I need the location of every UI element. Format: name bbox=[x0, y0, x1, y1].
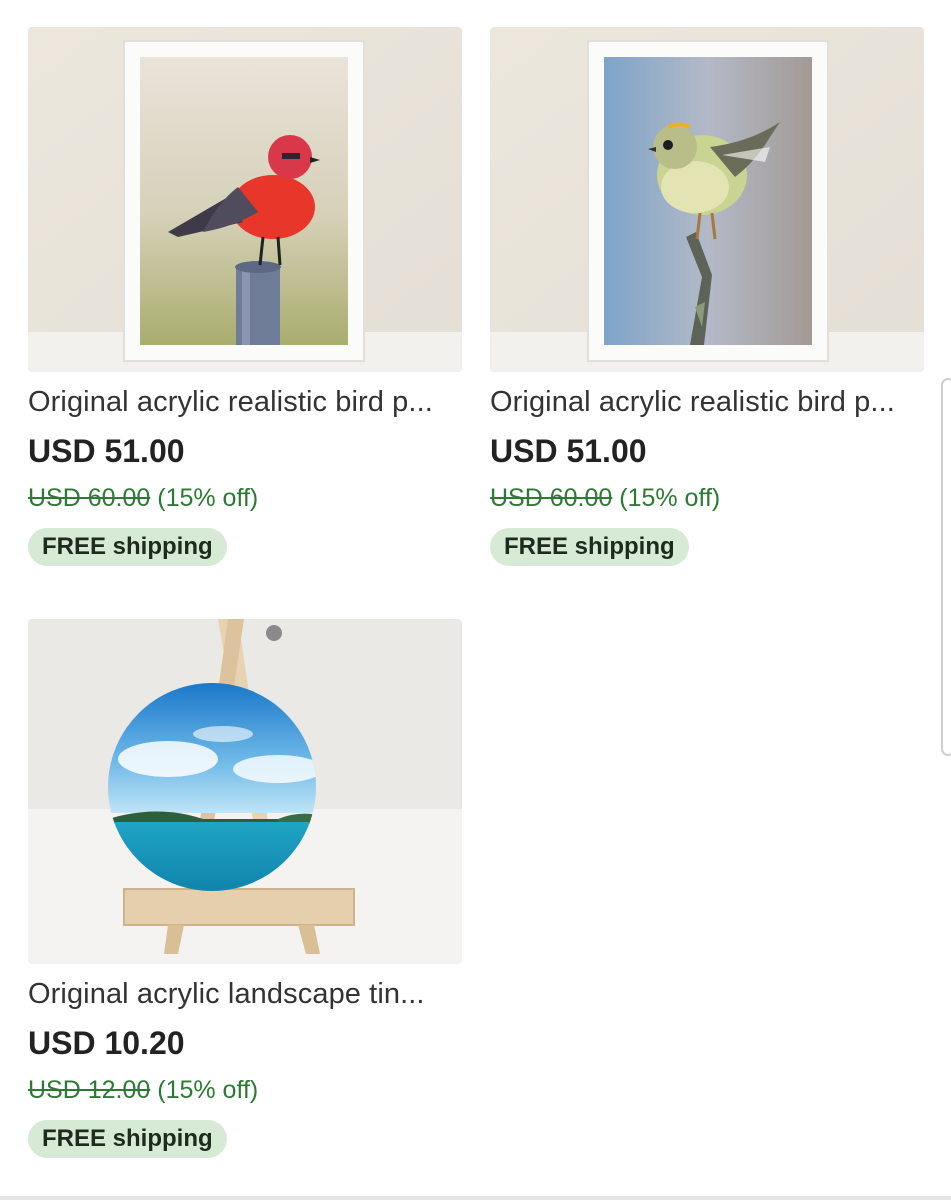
listing-title[interactable]: Original acrylic realistic bird p... bbox=[490, 382, 924, 422]
free-shipping-badge: FREE shipping bbox=[490, 528, 689, 566]
listing-price: USD 51.00 bbox=[28, 433, 185, 469]
kinglet-painting-image bbox=[490, 27, 924, 372]
listing-image-seascape-painting[interactable] bbox=[28, 619, 462, 964]
listing-price: USD 10.20 bbox=[28, 1025, 185, 1061]
listing-price: USD 51.00 bbox=[490, 433, 647, 469]
discount-percent: (15% off) bbox=[157, 484, 259, 512]
listing-title[interactable]: Original acrylic landscape tin... bbox=[28, 974, 462, 1014]
seascape-painting-image bbox=[28, 619, 462, 964]
discount-line: USD 60.00 (15% off) bbox=[28, 482, 462, 514]
free-shipping-badge: FREE shipping bbox=[28, 528, 227, 566]
listing-grid: Original acrylic realistic bird p... USD… bbox=[0, 0, 951, 1200]
scrollbar[interactable] bbox=[941, 378, 951, 756]
discount-line: USD 12.00 (15% off) bbox=[28, 1074, 462, 1106]
free-shipping-badge: FREE shipping bbox=[28, 1120, 227, 1158]
bottom-divider bbox=[0, 1196, 951, 1200]
listing-image-red-bird-painting[interactable] bbox=[28, 27, 462, 372]
red-bird-painting-image bbox=[28, 27, 462, 372]
original-price: USD 12.00 bbox=[28, 1076, 151, 1104]
discount-percent: (15% off) bbox=[157, 1076, 259, 1104]
listing-image-kinglet-painting[interactable] bbox=[490, 27, 924, 372]
listing-card[interactable]: Original acrylic realistic bird p... USD… bbox=[490, 27, 924, 566]
listing-card[interactable]: Original acrylic realistic bird p... USD… bbox=[28, 27, 462, 566]
discount-percent: (15% off) bbox=[619, 484, 721, 512]
listing-title[interactable]: Original acrylic realistic bird p... bbox=[28, 382, 462, 422]
original-price: USD 60.00 bbox=[490, 484, 613, 512]
listing-card[interactable]: Original acrylic landscape tin... USD 10… bbox=[28, 619, 462, 1158]
original-price: USD 60.00 bbox=[28, 484, 151, 512]
discount-line: USD 60.00 (15% off) bbox=[490, 482, 924, 514]
